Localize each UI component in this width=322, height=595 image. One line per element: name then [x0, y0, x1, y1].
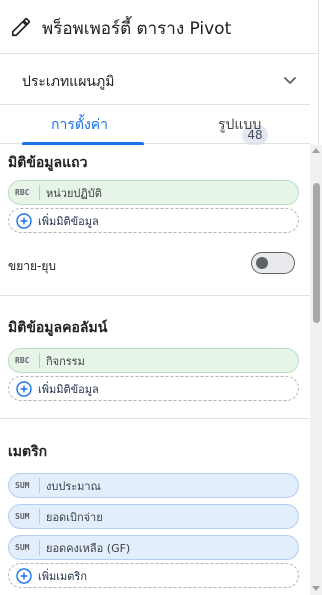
chip-type-tag: SUM	[15, 481, 30, 490]
metric-chip[interactable]: SUM ยอดคงเหลือ (GF)	[8, 535, 299, 560]
settings-content: มิติข้อมูลแถว RBC หน่วยปฏิบัติ เพิ่มมิติ…	[0, 145, 310, 595]
section-divider	[0, 418, 310, 419]
metric-chip[interactable]: SUM ยอดเบิกจ่าย	[8, 504, 299, 529]
add-row-dimension-label: เพิ่มมิติข้อมูล	[38, 214, 99, 228]
chip-separator	[39, 509, 40, 524]
chip-separator	[39, 540, 40, 555]
panel-title: พร็อพเพอร์ตี้ ตาราง Pivot	[42, 19, 232, 39]
chip-type-tag: RBC	[15, 188, 30, 197]
expand-collapse-toggle[interactable]	[251, 252, 295, 274]
chart-type-selector[interactable]: ประเภทแผนภูมิ 48	[0, 55, 310, 145]
chip-label: หน่วยปฏิบัติ	[46, 186, 102, 200]
add-column-dimension-label: เพิ่มมิติข้อมูล	[38, 382, 99, 396]
chip-label: กิจกรรม	[46, 354, 85, 368]
pencil-icon[interactable]	[10, 16, 32, 38]
chip-separator	[39, 185, 40, 200]
add-circle-icon	[16, 567, 32, 584]
toggle-knob	[256, 257, 268, 269]
chip-label: ยอดเบิกจ่าย	[46, 510, 103, 524]
scroll-up-arrow-icon[interactable]	[312, 148, 320, 153]
panel-edge	[318, 0, 322, 145]
metrics-title: เมตริก	[8, 444, 48, 460]
metric-chip[interactable]: SUM งบประมาณ	[8, 473, 299, 498]
add-metric-label: เพิ่มเมตริก	[38, 569, 87, 583]
expand-collapse-label: ขยาย-ยุบ	[8, 259, 56, 273]
tab-style[interactable]: รูปแบบ	[218, 114, 261, 136]
chevron-down-icon[interactable]	[282, 72, 298, 88]
chip-type-tag: SUM	[15, 543, 30, 552]
chip-label: งบประมาณ	[46, 479, 101, 493]
row-dimension-title: มิติข้อมูลแถว	[8, 155, 88, 171]
add-circle-icon	[16, 380, 32, 397]
chip-type-tag: SUM	[15, 512, 30, 521]
scroll-down-arrow-icon[interactable]	[312, 586, 320, 591]
add-column-dimension-button[interactable]: เพิ่มมิติข้อมูล	[8, 376, 299, 401]
chart-type-label: ประเภทแผนภูมิ	[22, 74, 115, 90]
column-dimension-chip[interactable]: RBC กิจกรรม	[8, 348, 299, 373]
chip-label: ยอดคงเหลือ (GF)	[46, 541, 131, 555]
section-divider	[0, 295, 310, 296]
chip-type-tag: RBC	[15, 356, 30, 365]
row-dimension-chip[interactable]: RBC หน่วยปฏิบัติ	[8, 180, 299, 205]
column-dimension-title: มิติข้อมูลคอลัมน์	[8, 320, 108, 336]
chip-separator	[39, 353, 40, 368]
scrollbar-thumb[interactable]	[313, 183, 320, 323]
add-metric-button[interactable]: เพิ่มเมตริก	[8, 563, 299, 588]
tab-bar: การตั้งค่า รูปแบบ	[0, 106, 310, 145]
chip-separator	[39, 478, 40, 493]
add-row-dimension-button[interactable]: เพิ่มมิติข้อมูล	[8, 208, 299, 233]
panel-header: พร็อพเพอร์ตี้ ตาราง Pivot	[0, 0, 322, 54]
tab-setup[interactable]: การตั้งค่า	[51, 114, 108, 136]
add-circle-icon	[16, 212, 32, 229]
